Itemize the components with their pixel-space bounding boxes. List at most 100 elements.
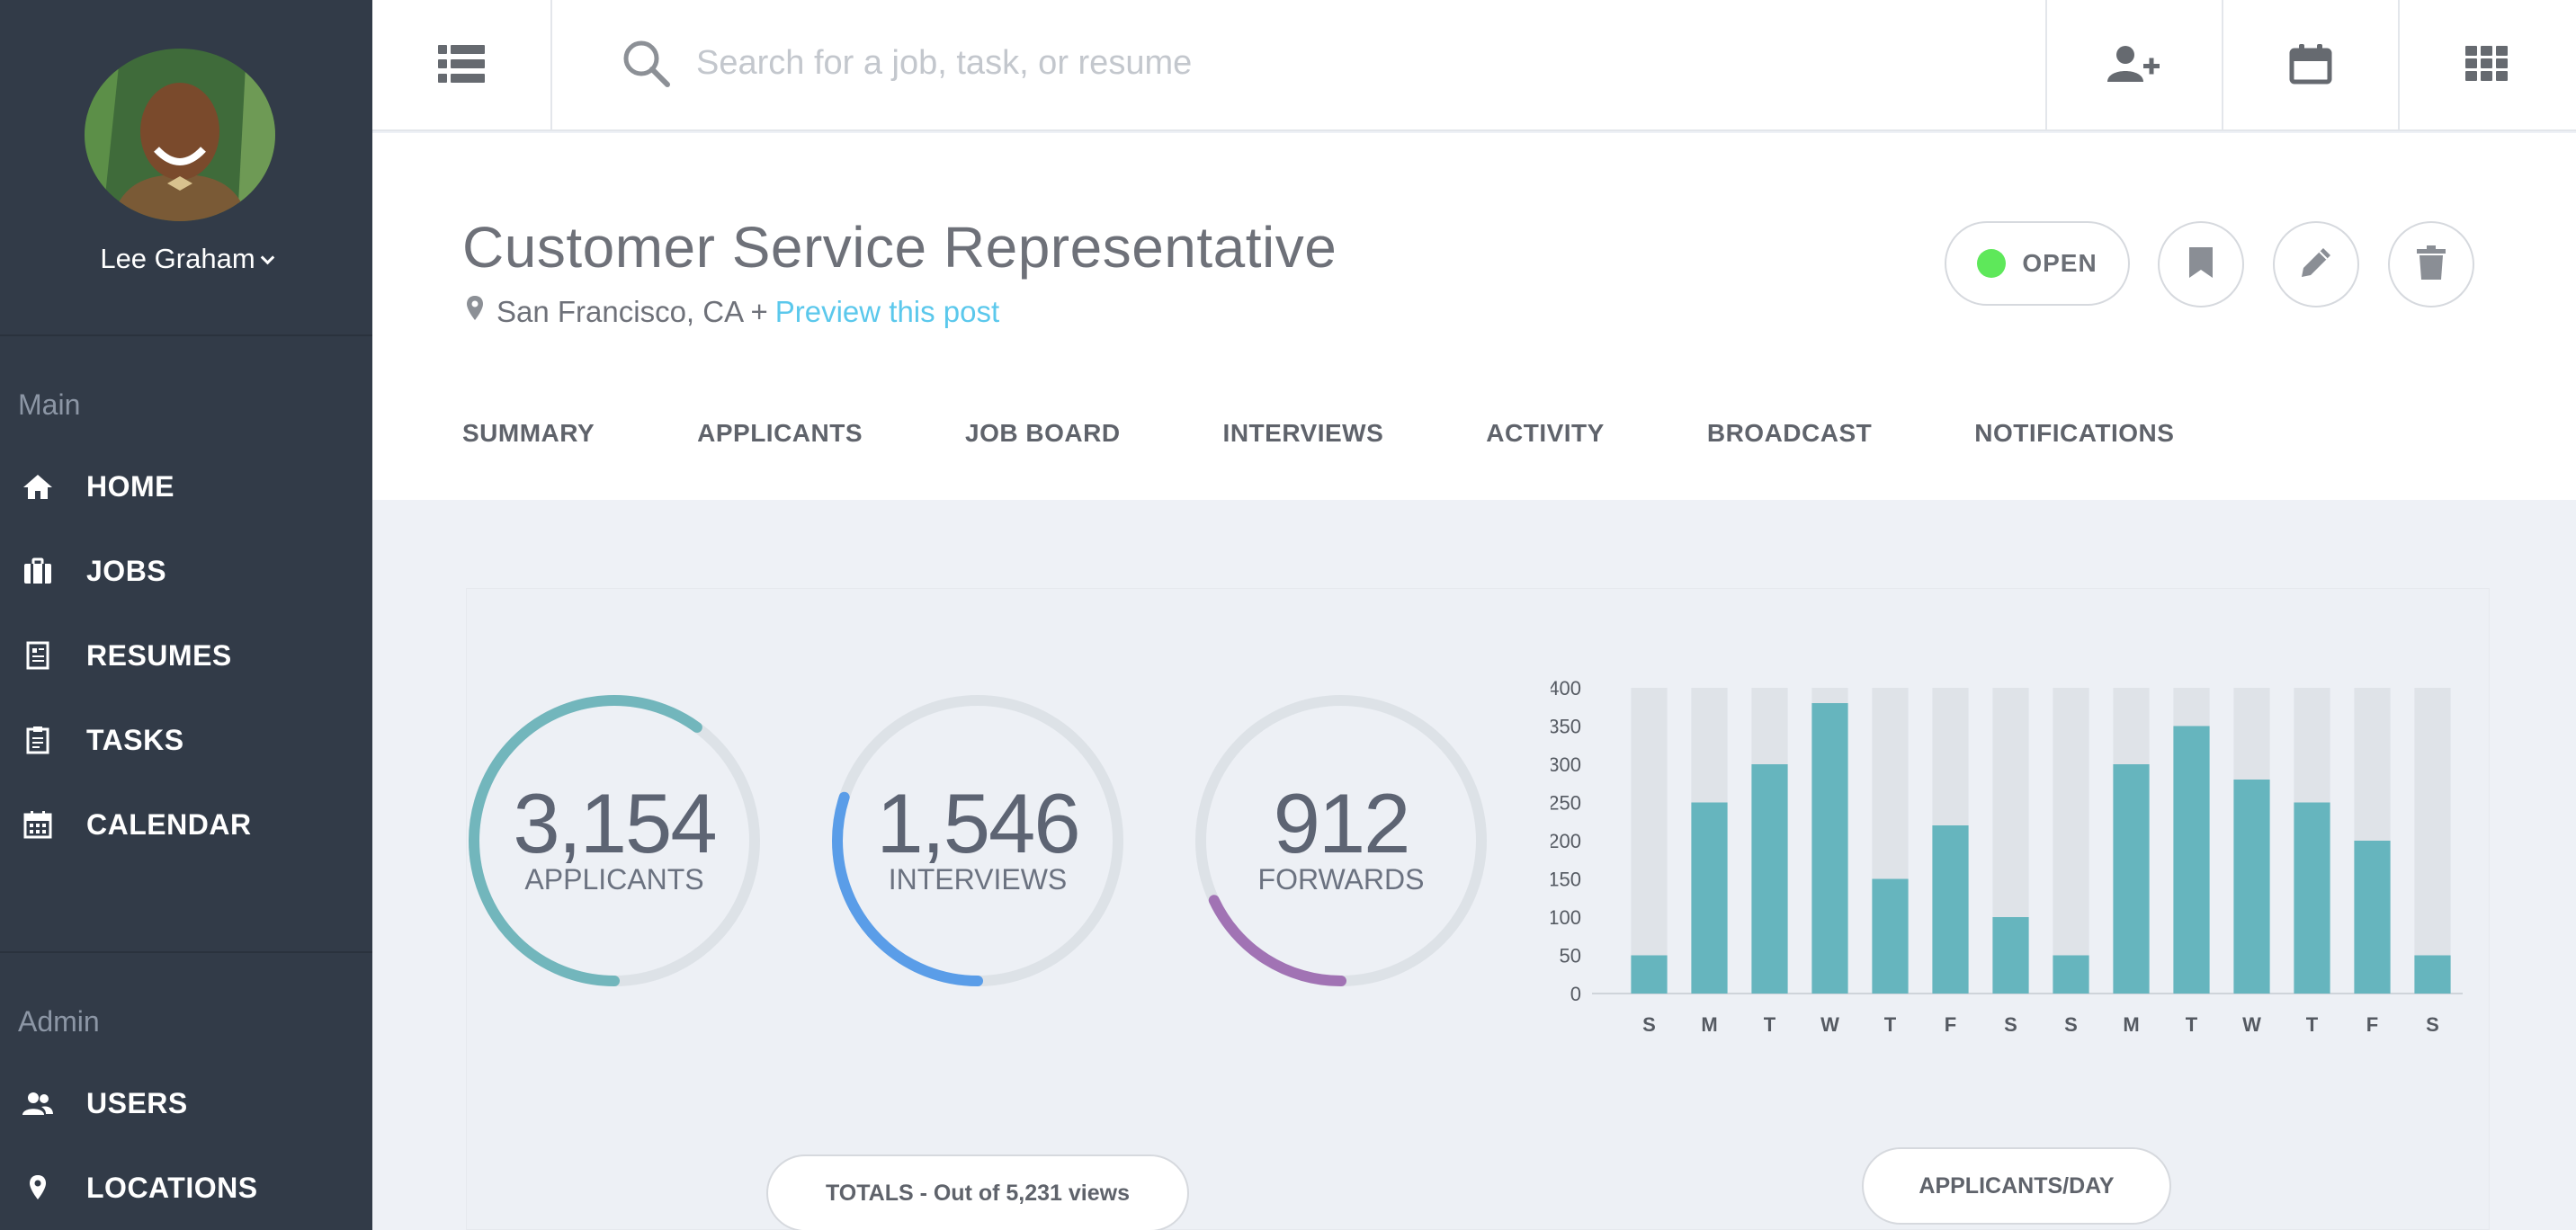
- x-tick-label: T: [1884, 1013, 1897, 1036]
- bar-background: [2053, 688, 2089, 994]
- totals-button[interactable]: TOTALS - Out of 5,231 views: [766, 1154, 1189, 1230]
- applicants-per-day-button[interactable]: APPLICANTS/DAY: [1862, 1147, 2171, 1225]
- bar: [1691, 802, 1728, 994]
- x-tick-label: W: [1820, 1013, 1839, 1036]
- tab-summary[interactable]: SUMMARY: [462, 419, 595, 448]
- bar: [2233, 780, 2270, 994]
- x-tick-label: T: [2306, 1013, 2319, 1036]
- sidebar-item-locations[interactable]: LOCATIONS: [0, 1156, 372, 1219]
- x-tick-label: F: [2366, 1013, 2378, 1036]
- y-tick-label: 150: [1551, 869, 1581, 891]
- page-title: Customer Service Representative: [462, 215, 1337, 280]
- stat-ring-forwards: 912 FORWARDS: [1193, 692, 1489, 989]
- y-tick-label: 100: [1551, 906, 1581, 929]
- tab-activity[interactable]: ACTIVITY: [1486, 419, 1605, 448]
- bar: [2354, 841, 2391, 994]
- users-icon: [22, 1087, 54, 1119]
- bookmark-icon: [2187, 245, 2214, 284]
- bar: [2173, 726, 2210, 994]
- user-name: Lee Graham: [100, 243, 255, 274]
- location-pin-icon: [466, 295, 484, 329]
- stat-value: 3,154: [513, 776, 717, 870]
- calendar-icon: [22, 808, 54, 841]
- x-tick-label: W: [2242, 1013, 2261, 1036]
- sidebar-item-jobs[interactable]: JOBS: [0, 539, 372, 602]
- delete-button[interactable]: [2388, 221, 2474, 308]
- stat-value: 1,546: [876, 776, 1080, 870]
- sidebar-item-label: LOCATIONS: [86, 1171, 258, 1204]
- edit-button[interactable]: [2273, 221, 2359, 308]
- x-tick-label: T: [1764, 1013, 1776, 1036]
- list-icon: [438, 44, 485, 87]
- sidebar: Lee Graham Main HOME JOBS RESUMES TASKS …: [0, 0, 372, 1230]
- x-tick-label: S: [2004, 1013, 2017, 1036]
- applicants-per-day-chart: 0 50 100 150 200 250 300 350 400 S M T W T F S S M T W T F S: [1551, 677, 2463, 1036]
- bar: [1631, 955, 1668, 994]
- stat-value: 912: [1273, 776, 1411, 870]
- x-tick-label: S: [2426, 1013, 2439, 1036]
- sidebar-item-calendar[interactable]: CALENDAR: [0, 793, 372, 856]
- bar: [1751, 764, 1788, 994]
- x-tick-label: S: [2064, 1013, 2078, 1036]
- trash-icon: [2416, 245, 2446, 285]
- add-user-icon: [2107, 44, 2161, 88]
- search-icon: [621, 38, 671, 93]
- pencil-icon: [2298, 245, 2334, 285]
- sidebar-item-resumes[interactable]: RESUMES: [0, 624, 372, 687]
- briefcase-icon: [22, 555, 54, 587]
- sidebar-item-label: JOBS: [86, 554, 167, 587]
- sidebar-item-label: CALENDAR: [86, 807, 252, 841]
- top-bar: [372, 0, 2576, 131]
- list-menu-button[interactable]: [372, 0, 552, 131]
- add-user-button[interactable]: [2045, 0, 2222, 131]
- sidebar-item-users[interactable]: USERS: [0, 1072, 372, 1135]
- sidebar-section-admin: Admin: [18, 1005, 100, 1038]
- tab-applicants[interactable]: APPLICANTS: [697, 419, 863, 448]
- sidebar-item-tasks[interactable]: TASKS: [0, 709, 372, 771]
- calendar-button[interactable]: [2222, 0, 2398, 131]
- y-tick-label: 200: [1551, 830, 1581, 852]
- x-tick-label: F: [1945, 1013, 1956, 1036]
- x-tick-label: M: [2123, 1013, 2139, 1036]
- stat-label: INTERVIEWS: [888, 863, 1068, 896]
- avatar[interactable]: [85, 49, 275, 221]
- apps-grid-button[interactable]: [2398, 0, 2574, 131]
- x-tick-label: S: [1642, 1013, 1656, 1036]
- resume-icon: [22, 639, 54, 672]
- sidebar-divider: [0, 334, 372, 336]
- home-icon: [22, 470, 54, 503]
- sidebar-item-home[interactable]: HOME: [0, 455, 372, 518]
- sidebar-divider: [0, 951, 372, 953]
- tab-interviews[interactable]: INTERVIEWS: [1223, 419, 1384, 448]
- preview-post-link[interactable]: Preview this post: [775, 295, 999, 329]
- bar: [1872, 878, 1909, 994]
- y-tick-label: 50: [1560, 945, 1581, 967]
- tab-notifications[interactable]: NOTIFICATIONS: [1974, 419, 2174, 448]
- grid-icon: [2465, 45, 2509, 86]
- job-tabs: SUMMARY APPLICANTS JOB BOARD INTERVIEWS …: [462, 419, 2276, 448]
- job-header: Customer Service Representative San Fran…: [372, 133, 2576, 500]
- sidebar-item-label: HOME: [86, 469, 174, 503]
- x-tick-label: T: [2186, 1013, 2198, 1036]
- status-open-button[interactable]: OPEN: [1945, 221, 2130, 306]
- stat-label: FORWARDS: [1257, 863, 1425, 896]
- stat-label: APPLICANTS: [524, 863, 704, 896]
- y-tick-label: 400: [1551, 677, 1581, 700]
- sidebar-item-label: RESUMES: [86, 638, 232, 672]
- bookmark-button[interactable]: [2158, 221, 2244, 308]
- bar: [1992, 917, 2029, 994]
- tab-broadcast[interactable]: BROADCAST: [1707, 419, 1872, 448]
- chevron-down-icon: [260, 250, 274, 265]
- bar-background: [2414, 688, 2451, 994]
- y-tick-label: 0: [1570, 983, 1581, 1005]
- bar-background: [1631, 688, 1668, 994]
- status-label: OPEN: [2022, 249, 2097, 277]
- x-tick-label: M: [1701, 1013, 1717, 1036]
- tab-job-board[interactable]: JOB BOARD: [965, 419, 1121, 448]
- clipboard-icon: [22, 724, 54, 756]
- bar: [2053, 955, 2089, 994]
- search-input[interactable]: [696, 34, 1955, 92]
- user-menu[interactable]: Lee Graham: [0, 243, 372, 275]
- bar: [1811, 703, 1848, 994]
- bar: [2294, 802, 2330, 994]
